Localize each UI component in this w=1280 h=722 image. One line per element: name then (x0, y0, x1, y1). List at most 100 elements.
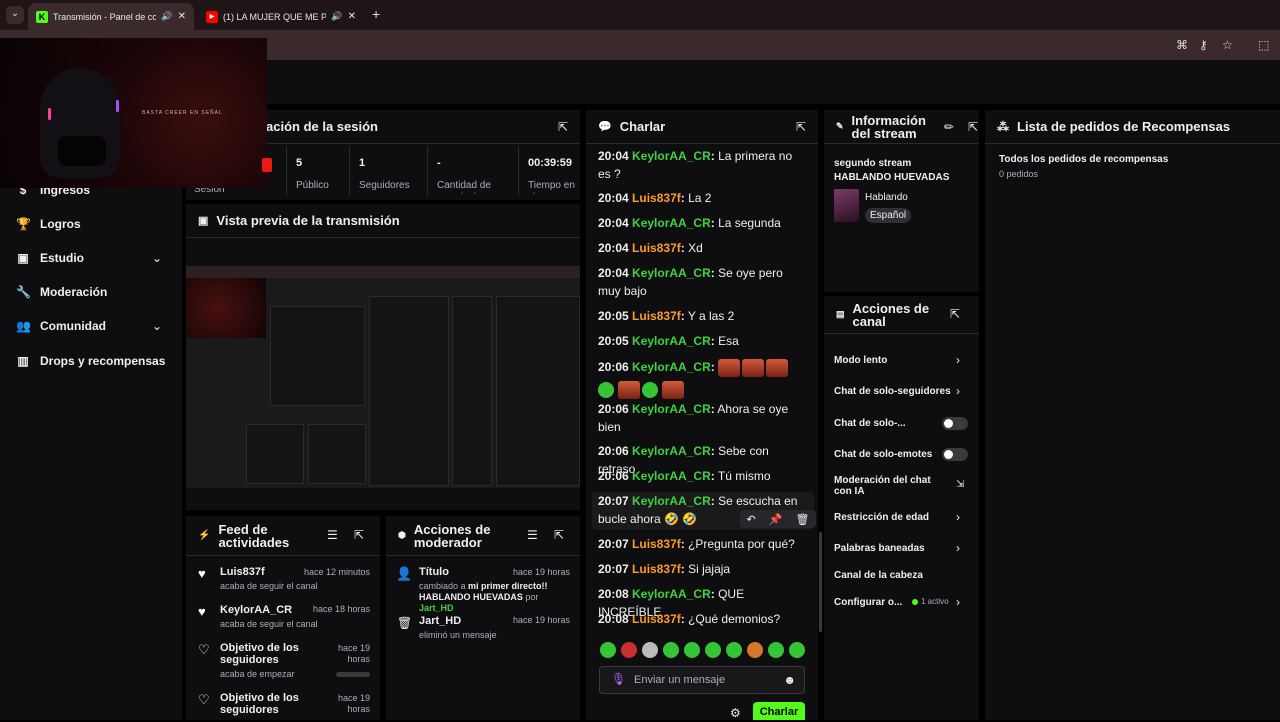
sidebar-item-drops[interactable]: ▥ Drops y recompensas (16, 354, 165, 368)
headset-light (48, 108, 51, 120)
emote-icon[interactable] (663, 642, 679, 658)
emote-icon[interactable] (642, 642, 658, 658)
tab-title: (1) LA MUJER QUE ME PAR (223, 11, 327, 22)
sidebar-item-logros[interactable]: 🏆 Logros (16, 217, 81, 231)
chat-scrollbar[interactable] (819, 532, 822, 632)
chat-message[interactable]: 20:04 KeylorAA_CR: Se oye pero muy bajo (598, 265, 806, 300)
chat-message[interactable]: 20:06 KeylorAA_CR: (598, 356, 806, 400)
send-chat-button[interactable]: Charlar (753, 702, 805, 720)
emote-icon[interactable] (747, 642, 763, 658)
chevron-down-icon[interactable]: ⌄ (152, 251, 162, 265)
chat-message[interactable]: 20:04 KeylorAA_CR: La segunda (598, 215, 806, 233)
activity-name[interactable]: KeylorAA_CR (220, 604, 292, 616)
mic-icon[interactable]: 🎙 (611, 672, 626, 686)
reply-icon[interactable]: ↶ (747, 513, 756, 526)
chat-message[interactable]: 20:08 Luis837f: ¿Qué demonios? (598, 611, 806, 629)
close-icon[interactable]: ✕ (348, 11, 356, 22)
filter-icon[interactable]: ☰ (327, 528, 338, 542)
sidebar-item-label: Estudio (40, 251, 84, 265)
chevron-right-icon[interactable]: › (956, 353, 960, 367)
popout-icon[interactable]: ⇱ (796, 120, 806, 134)
chat-input[interactable]: 🎙 Enviar un mensaje ☻ (599, 666, 805, 694)
new-tab-button[interactable]: + (372, 6, 380, 22)
mod-action-time: hace 19 horas (512, 567, 570, 577)
close-icon[interactable]: ✕ (178, 11, 186, 22)
chat-message[interactable]: 20:05 KeylorAA_CR: Esa (598, 333, 806, 351)
panel-header: ▣ Vista previa de la transmisión (186, 204, 580, 238)
message-actions: ↶ 📌 🗑 (740, 510, 816, 528)
chat-message[interactable]: 20:04 KeylorAA_CR: La primera no es ? (598, 148, 806, 183)
stream-preview-video[interactable] (186, 266, 580, 488)
popout-icon[interactable]: ⇱ (950, 307, 960, 321)
action-configure[interactable]: Configurar o... (834, 597, 902, 608)
chevron-down-icon[interactable]: ⌄ (152, 319, 162, 333)
browser-tab-kick[interactable]: K Transmisión - Panel de con 🔊 ✕ (28, 3, 194, 30)
chevron-right-icon[interactable]: › (956, 541, 960, 555)
live-indicator (262, 158, 272, 172)
chat-message[interactable]: 20:05 Luis837f: Y a las 2 (598, 308, 806, 326)
popout-icon[interactable]: ⇱ (558, 120, 568, 134)
browser-tab-youtube[interactable]: ▶ (1) LA MUJER QUE ME PAR 🔊 ✕ (198, 3, 364, 30)
filter-icon[interactable]: ☰ (527, 528, 538, 542)
activity-desc: acaba de seguir el canal (220, 581, 318, 591)
speaker-icon[interactable]: 🔊 (161, 11, 172, 22)
sidebar-item-estudio[interactable]: ▣ Estudio (16, 251, 84, 265)
translate-icon[interactable]: ⌘ (1176, 38, 1188, 52)
heart-icon: ♥ (198, 566, 206, 581)
action-ai-moderation[interactable]: Moderación del chat con IA (834, 475, 944, 497)
chat-message[interactable]: 20:06 KeylorAA_CR: Ahora se oye bien (598, 401, 806, 436)
extensions-icon[interactable]: ⬚ (1258, 38, 1269, 52)
action-subs-only[interactable]: Chat de solo-... (834, 418, 906, 429)
subs-only-toggle[interactable] (942, 417, 968, 430)
emote-icon[interactable] (768, 642, 784, 658)
pin-icon[interactable]: 📌 (769, 513, 783, 526)
action-head-channel[interactable]: Canal de la cabeza (834, 570, 923, 581)
chevron-right-icon[interactable]: › (956, 384, 960, 398)
category-name[interactable]: Hablando (865, 192, 908, 203)
bookmark-star-icon[interactable]: ☆ (1222, 38, 1233, 52)
sidebar-item-moderacion[interactable]: 🔧 Moderación (16, 285, 107, 299)
activity-feed-panel: ⚡ Feed de actividades ☰ ⇱ (186, 516, 380, 720)
tab-title: Transmisión - Panel de con (53, 11, 157, 22)
chat-message[interactable]: 20:06 KeylorAA_CR: Tú mismo (598, 468, 806, 486)
divider (349, 146, 350, 196)
chevron-right-icon[interactable]: › (956, 595, 960, 609)
emote-icon[interactable] (705, 642, 721, 658)
popout-icon[interactable]: ⇱ (354, 528, 364, 542)
trophy-icon: 🏆 (16, 217, 31, 231)
emote-icon[interactable] (726, 642, 742, 658)
popout-icon[interactable]: ⇱ (968, 120, 978, 134)
emoji-icon[interactable]: ☻ (783, 673, 796, 687)
emote-icon (742, 358, 765, 377)
action-banned-words[interactable]: Palabras baneadas (834, 543, 925, 554)
mod-action-name[interactable]: Jart_HD (419, 615, 461, 627)
heart-outline-icon: ♡ (198, 692, 210, 707)
tab-search-button[interactable]: ⌄ (6, 6, 24, 24)
emote-icon[interactable] (600, 642, 616, 658)
password-key-icon[interactable]: ⚷ (1199, 38, 1208, 52)
wrench-icon: 🔧 (16, 285, 31, 299)
popout-icon[interactable]: ⇱ (554, 528, 564, 542)
activity-name[interactable]: Luis837f (220, 566, 265, 578)
action-age-restriction[interactable]: Restricción de edad (834, 512, 929, 523)
chat-message[interactable]: 20:04 Luis837f: Xd (598, 240, 806, 258)
emote-icon[interactable] (621, 642, 637, 658)
action-slow-mode[interactable]: Modo lento (834, 355, 887, 366)
action-followers-only[interactable]: Chat de solo-seguidores (834, 386, 952, 397)
heart-icon: ♥ (198, 604, 206, 619)
chat-message[interactable]: 20:07 Luis837f: ¿Pregunta por qué? (598, 536, 806, 554)
chat-message[interactable]: 20:07 Luis837f: Si jajaja (598, 561, 806, 579)
trash-icon[interactable]: 🗑 (796, 513, 810, 526)
chevron-right-icon[interactable]: › (956, 510, 960, 524)
action-emotes-only[interactable]: Chat de solo-emotes (834, 449, 932, 460)
rewards-count: 0 pedidos (999, 169, 1039, 179)
emotes-only-toggle[interactable] (942, 448, 968, 461)
emote-icon[interactable] (789, 642, 805, 658)
edit-pencil-icon[interactable]: ✏ (944, 120, 954, 134)
emote-icon[interactable] (684, 642, 700, 658)
chat-message[interactable]: 20:04 Luis837f: La 2 (598, 190, 806, 208)
speaker-icon[interactable]: 🔊 (331, 11, 342, 22)
settings-gear-icon[interactable]: ⚙ (730, 706, 741, 720)
sidebar-item-comunidad[interactable]: 👥 Comunidad (16, 319, 106, 333)
external-link-icon[interactable]: ⇲ (956, 479, 964, 490)
